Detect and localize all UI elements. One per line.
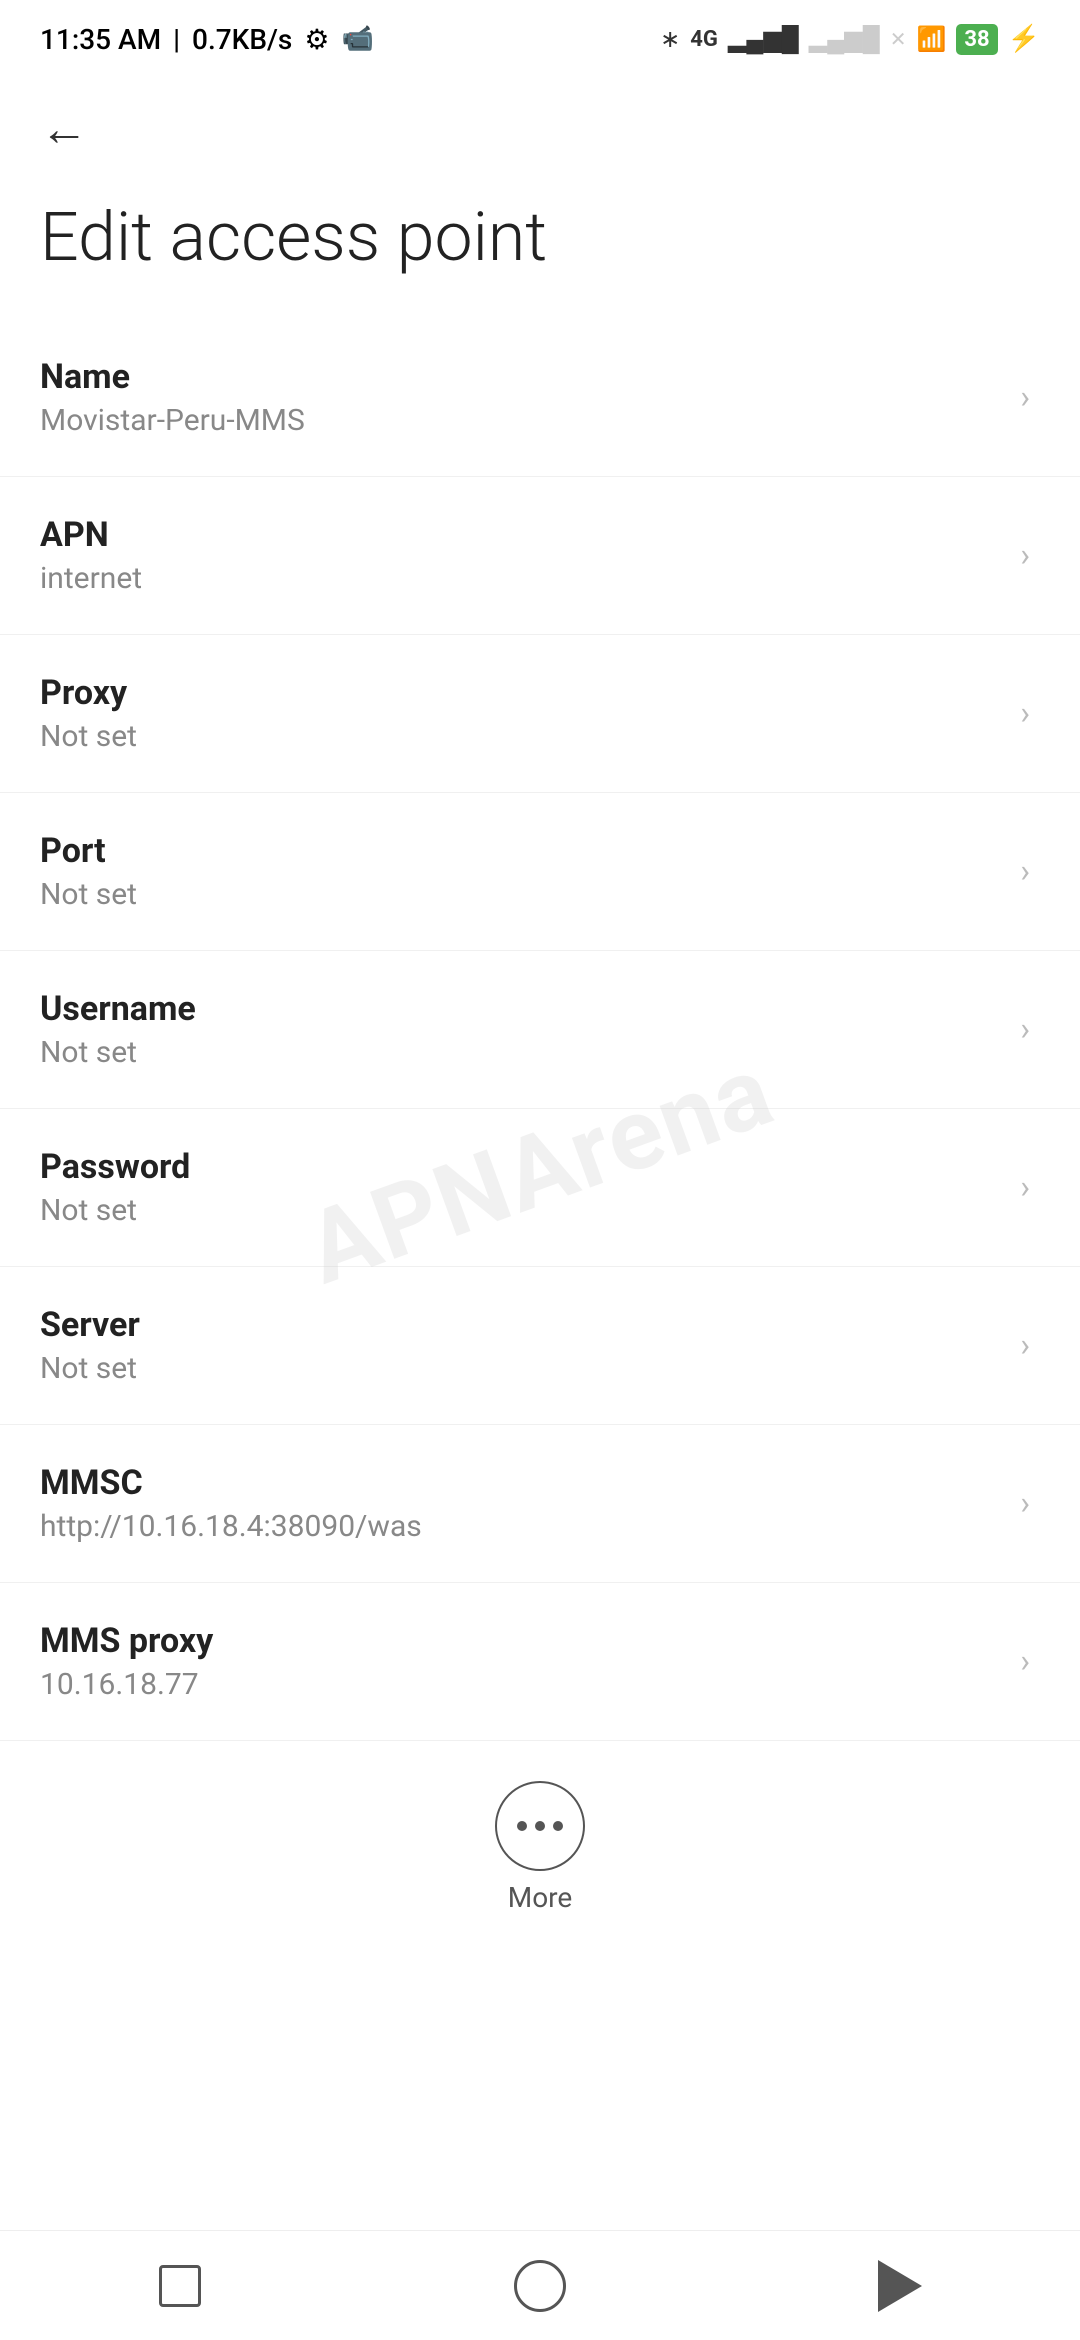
more-section: More bbox=[0, 1741, 1080, 1944]
settings-item-server[interactable]: Server Not set › bbox=[0, 1267, 1080, 1425]
settings-item-password[interactable]: Password Not set › bbox=[0, 1109, 1080, 1267]
settings-item-value: Movistar-Peru-MMS bbox=[40, 403, 1000, 438]
settings-item-proxy[interactable]: Proxy Not set › bbox=[0, 635, 1080, 793]
chevron-right-icon: › bbox=[1020, 852, 1030, 890]
nav-bar bbox=[0, 2230, 1080, 2340]
bluetooth-icon: ∗ bbox=[660, 25, 680, 53]
signal-cross-icon: ✕ bbox=[890, 27, 907, 51]
settings-item-name[interactable]: Name Movistar-Peru-MMS › bbox=[0, 319, 1080, 477]
video-icon: 📹 bbox=[341, 24, 373, 54]
settings-item-value: Not set bbox=[40, 877, 1000, 912]
chevron-right-icon: › bbox=[1020, 536, 1030, 574]
status-time: 11:35 AM bbox=[40, 23, 161, 56]
settings-item-label: Password bbox=[40, 1147, 1000, 1187]
page-title: Edit access point bbox=[0, 177, 1080, 319]
more-button[interactable]: More bbox=[495, 1781, 585, 1914]
status-separator: | bbox=[173, 23, 180, 56]
dot1 bbox=[517, 1821, 527, 1831]
settings-list: Name Movistar-Peru-MMS › APN internet › Proxy N… bbox=[0, 319, 1080, 1741]
settings-item-text: MMSC http://10.16.18.4:38090/was bbox=[40, 1463, 1000, 1544]
nav-recents-button[interactable] bbox=[140, 2246, 220, 2326]
status-bar: 11:35 AM | 0.7KB/s ⚙ 📹 ∗ 4G ▂▄▆█ ▂▄▆█ ✕ … bbox=[0, 0, 1080, 70]
signal-bars-icon: ▂▄▆█ bbox=[728, 25, 799, 54]
battery-level: 38 bbox=[964, 27, 989, 52]
status-left: 11:35 AM | 0.7KB/s ⚙ 📹 bbox=[40, 23, 374, 56]
settings-item-text: Proxy Not set bbox=[40, 673, 1000, 754]
settings-item-username[interactable]: Username Not set › bbox=[0, 951, 1080, 1109]
back-arrow-icon: ← bbox=[40, 100, 88, 157]
settings-item-label: Proxy bbox=[40, 673, 1000, 713]
settings-item-label: Server bbox=[40, 1305, 1000, 1345]
charging-icon: ⚡ bbox=[1008, 24, 1040, 54]
settings-item-text: Port Not set bbox=[40, 831, 1000, 912]
settings-item-text: Server Not set bbox=[40, 1305, 1000, 1386]
chevron-right-icon: › bbox=[1020, 378, 1030, 416]
nav-recents-icon bbox=[159, 2265, 201, 2307]
chevron-right-icon: › bbox=[1020, 1010, 1030, 1048]
settings-item-value: 10.16.18.77 bbox=[40, 1667, 1000, 1702]
nav-back-button[interactable] bbox=[860, 2246, 940, 2326]
chevron-right-icon: › bbox=[1020, 1642, 1030, 1680]
settings-item-value: Not set bbox=[40, 1035, 1000, 1070]
settings-item-text: APN internet bbox=[40, 515, 1000, 596]
settings-item-text: Username Not set bbox=[40, 989, 1000, 1070]
dot2 bbox=[535, 1821, 545, 1831]
settings-item-text: MMS proxy 10.16.18.77 bbox=[40, 1621, 1000, 1702]
settings-item-value: Not set bbox=[40, 1193, 1000, 1228]
settings-item-label: MMS proxy bbox=[40, 1621, 1000, 1661]
more-dots-icon bbox=[517, 1821, 563, 1831]
nav-home-icon bbox=[514, 2260, 566, 2312]
settings-item-mmsc[interactable]: MMSC http://10.16.18.4:38090/was › bbox=[0, 1425, 1080, 1583]
back-button[interactable]: ← bbox=[0, 70, 1080, 177]
settings-item-label: Username bbox=[40, 989, 1000, 1029]
settings-item-value: internet bbox=[40, 561, 1000, 596]
signal-4g-icon: 4G bbox=[690, 27, 718, 52]
settings-item-value: Not set bbox=[40, 719, 1000, 754]
chevron-right-icon: › bbox=[1020, 1484, 1030, 1522]
settings-item-label: MMSC bbox=[40, 1463, 1000, 1503]
settings-item-port[interactable]: Port Not set › bbox=[0, 793, 1080, 951]
dot3 bbox=[553, 1821, 563, 1831]
battery-indicator: 38 bbox=[956, 24, 997, 55]
settings-item-apn[interactable]: APN internet › bbox=[0, 477, 1080, 635]
settings-icon: ⚙ bbox=[304, 23, 329, 56]
signal-bars2-icon: ▂▄▆█ bbox=[809, 25, 880, 54]
chevron-right-icon: › bbox=[1020, 694, 1030, 732]
settings-item-text: Password Not set bbox=[40, 1147, 1000, 1228]
settings-item-label: APN bbox=[40, 515, 1000, 555]
nav-home-button[interactable] bbox=[500, 2246, 580, 2326]
status-speed: 0.7KB/s bbox=[192, 23, 292, 56]
settings-item-value: Not set bbox=[40, 1351, 1000, 1386]
wifi-icon: 📶 bbox=[916, 25, 946, 53]
settings-item-label: Name bbox=[40, 357, 1000, 397]
more-circle-icon bbox=[495, 1781, 585, 1871]
chevron-right-icon: › bbox=[1020, 1168, 1030, 1206]
settings-item-value: http://10.16.18.4:38090/was bbox=[40, 1509, 1000, 1544]
chevron-right-icon: › bbox=[1020, 1326, 1030, 1364]
nav-back-icon bbox=[878, 2260, 922, 2312]
settings-item-label: Port bbox=[40, 831, 1000, 871]
settings-item-mms-proxy[interactable]: MMS proxy 10.16.18.77 › bbox=[0, 1583, 1080, 1741]
more-label: More bbox=[508, 1881, 573, 1914]
settings-item-text: Name Movistar-Peru-MMS bbox=[40, 357, 1000, 438]
status-right: ∗ 4G ▂▄▆█ ▂▄▆█ ✕ 📶 38 ⚡ bbox=[660, 24, 1040, 55]
